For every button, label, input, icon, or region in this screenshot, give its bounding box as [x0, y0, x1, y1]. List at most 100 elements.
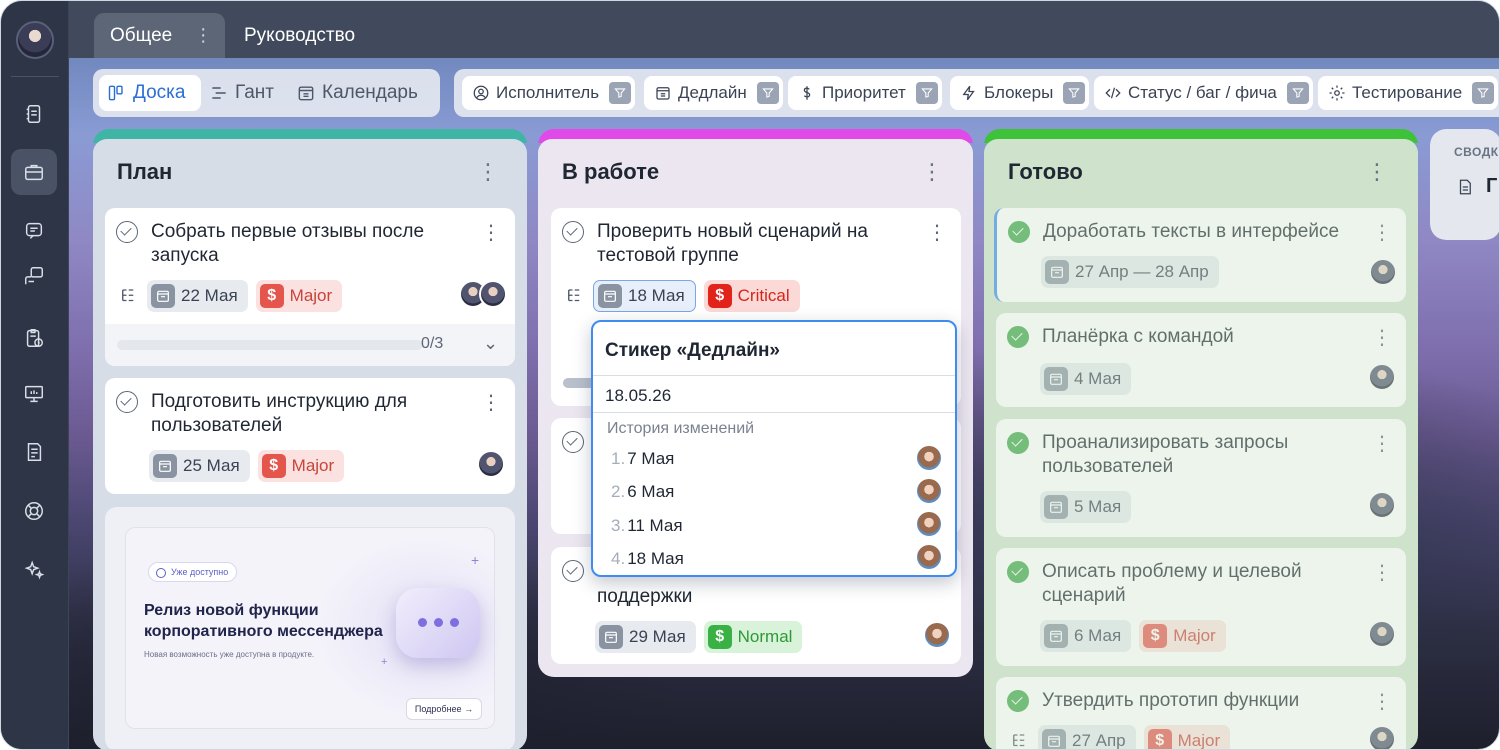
task-done-icon[interactable]	[1007, 561, 1029, 583]
rail-feedback-icon[interactable]	[11, 253, 57, 299]
avatar[interactable]	[1368, 491, 1396, 519]
deadline-chip[interactable]: 29 Мая	[595, 621, 696, 653]
priority-chip[interactable]: $ Normal	[703, 621, 803, 653]
filter-testing[interactable]: Тестирование	[1318, 76, 1499, 110]
avatar[interactable]	[1368, 725, 1396, 749]
column-menu-icon[interactable]: ⋮	[477, 159, 499, 185]
task-title: Проверить новый сценарий на тестовой гру…	[597, 221, 868, 266]
user-avatar[interactable]	[16, 21, 54, 59]
card-menu-icon[interactable]: ⋮	[1372, 325, 1392, 350]
rail-help-icon[interactable]	[11, 488, 57, 534]
dollar-icon: $	[261, 454, 286, 478]
history-item: 1. 7 Мая	[611, 449, 674, 469]
view-switcher: Доска Гант Календарь	[93, 69, 440, 117]
filter-deadline[interactable]: Дедлайн	[644, 76, 783, 110]
dollar-icon: $	[1143, 624, 1168, 648]
funnel-icon[interactable]	[1472, 82, 1495, 104]
tab-more-icon[interactable]: ⋮	[194, 25, 212, 46]
task-title: поддержки	[597, 586, 693, 607]
task-done-icon[interactable]	[1008, 221, 1030, 243]
task-done-icon[interactable]	[1007, 326, 1029, 348]
priority-chip[interactable]: $ Major	[257, 450, 345, 482]
avatar[interactable]	[1368, 620, 1396, 648]
view-calendar-button[interactable]: Календарь	[296, 75, 418, 111]
card-menu-icon[interactable]: ⋮	[1372, 220, 1392, 245]
deadline-value[interactable]: 18.05.26	[605, 386, 671, 406]
avatar[interactable]	[1368, 363, 1396, 391]
lightning-icon	[962, 85, 975, 101]
card-menu-icon[interactable]: ⋮	[481, 390, 501, 415]
document-icon	[1456, 177, 1472, 195]
column-menu-icon[interactable]: ⋮	[921, 159, 943, 185]
funnel-icon[interactable]	[756, 82, 779, 104]
rail-tasks-icon[interactable]	[11, 91, 57, 137]
subtasks-icon	[563, 285, 585, 307]
deadline-chip[interactable]: 6 Мая	[1040, 620, 1132, 652]
card-menu-icon[interactable]: ⋮	[1372, 431, 1392, 456]
task-check-icon[interactable]	[116, 391, 138, 413]
task-check-icon[interactable]	[116, 221, 138, 243]
avatar	[915, 477, 943, 505]
avatar[interactable]	[479, 280, 507, 308]
task-card[interactable]: Утвердить прототип функции ⋮ 27 Апр $ Ma…	[996, 677, 1406, 749]
priority-chip-label: Major	[289, 286, 333, 305]
card-menu-icon[interactable]: ⋮	[1372, 689, 1392, 714]
card-menu-icon[interactable]: ⋮	[1372, 560, 1392, 585]
rail-document-icon[interactable]	[11, 429, 57, 475]
avatar[interactable]	[477, 450, 505, 478]
deadline-chip[interactable]: 27 Апр	[1038, 725, 1136, 749]
priority-chip[interactable]: $ Critical	[703, 280, 800, 312]
deadline-chip[interactable]: 22 Мая	[147, 280, 248, 312]
task-check-icon[interactable]	[562, 560, 584, 582]
rail-briefcase-icon[interactable]	[11, 149, 57, 195]
task-done-icon[interactable]	[1007, 690, 1029, 712]
calendar-icon	[1044, 367, 1068, 391]
filter-blockers[interactable]: Блокеры	[950, 76, 1090, 110]
view-gantt-button[interactable]: Гант	[209, 75, 274, 111]
tab-management[interactable]: Руководство	[244, 13, 355, 58]
filter-testing-label: Тестирование	[1352, 83, 1463, 102]
task-card[interactable]: Описать проблему и целевой сценарий ⋮ 6 …	[996, 548, 1406, 666]
rail-sparkle-icon[interactable]	[11, 547, 57, 593]
rail-clipboard-clock-icon[interactable]	[11, 315, 57, 361]
deadline-chip[interactable]: 4 Мая	[1040, 363, 1132, 395]
view-board-button[interactable]: Доска	[99, 75, 201, 111]
promo-card[interactable]: Уже доступно Релиз новой функции корпора…	[105, 507, 515, 749]
deadline-chip[interactable]: 27 Апр — 28 Апр	[1041, 256, 1219, 288]
task-check-icon[interactable]	[562, 431, 584, 453]
priority-chip[interactable]: $ Major	[1143, 725, 1231, 749]
task-card[interactable]: Подготовить инструкцию для пользователей…	[105, 378, 515, 494]
promo-more-button[interactable]: Подробнее →	[406, 698, 482, 720]
tab-management-label: Руководство	[244, 24, 356, 46]
avatar[interactable]	[923, 621, 951, 649]
filter-priority[interactable]: Приоритет	[788, 76, 942, 110]
card-menu-icon[interactable]: ⋮	[927, 220, 947, 245]
deadline-chip-label: 4 Мая	[1074, 369, 1122, 388]
priority-chip[interactable]: $ Major	[1139, 620, 1226, 652]
task-check-icon[interactable]	[562, 221, 584, 243]
column-menu-icon[interactable]: ⋮	[1366, 159, 1388, 185]
task-card[interactable]: Собрать первые отзывы после запуска ⋮ 22…	[105, 208, 515, 366]
priority-chip[interactable]: $ Major	[255, 280, 343, 312]
avatar[interactable]	[1369, 258, 1397, 286]
task-card[interactable]: Доработать тексты в интерфейсе ⋮ 27 Апр …	[994, 208, 1406, 302]
task-card[interactable]: Планёрка с командой ⋮ 4 Мая	[996, 313, 1406, 407]
filter-blockers-label: Блокеры	[984, 83, 1054, 102]
funnel-icon[interactable]	[915, 82, 938, 104]
funnel-icon[interactable]	[1063, 82, 1086, 104]
funnel-icon[interactable]	[609, 82, 632, 104]
deadline-chip[interactable]: 25 Мая	[149, 450, 250, 482]
rail-presentation-icon[interactable]	[11, 371, 57, 417]
rail-chat-icon[interactable]	[11, 208, 57, 254]
filter-assignee[interactable]: Исполнитель	[462, 76, 636, 110]
task-card[interactable]: Проанализировать запросы пользователей ⋮…	[996, 419, 1406, 537]
tab-general[interactable]: Общее ⋮	[94, 13, 225, 58]
task-done-icon[interactable]	[1007, 432, 1029, 454]
filter-status[interactable]: Статус / баг / фича	[1094, 76, 1313, 110]
funnel-icon[interactable]	[1286, 82, 1309, 104]
card-menu-icon[interactable]: ⋮	[481, 220, 501, 245]
deadline-chip[interactable]: 18 Мая	[593, 280, 696, 312]
deadline-chip[interactable]: 5 Мая	[1040, 491, 1132, 523]
chevron-down-icon[interactable]: ⌄	[483, 333, 498, 354]
priority-chip-label: Normal	[737, 627, 793, 646]
